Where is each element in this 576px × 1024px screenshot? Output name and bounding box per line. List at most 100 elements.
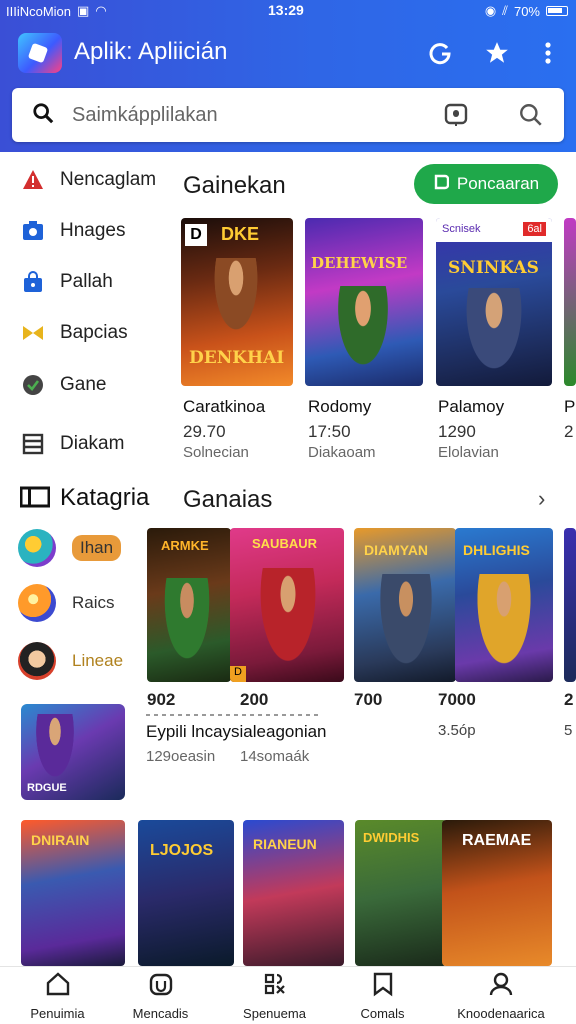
card-value: 29.70 [183, 422, 226, 441]
sidebar-item-label: Pallah [60, 271, 113, 292]
primary-action-button[interactable]: Poncaaran [414, 164, 558, 204]
category-label: Ihan [72, 535, 122, 561]
card-value: 2 [564, 422, 574, 441]
battery-icon [546, 6, 568, 16]
card-number: 200 [240, 690, 269, 709]
sidebar-item-label: Bapcias [60, 322, 128, 343]
game-card-6[interactable]: SAUBAUR D [230, 528, 344, 682]
category-item-1[interactable]: Raics [18, 584, 115, 622]
game-card-4[interactable] [564, 218, 576, 386]
card-badge: D [230, 666, 246, 682]
sidebar-item-5[interactable]: Diakam [20, 428, 124, 460]
download-icon [433, 174, 450, 195]
card-caption: Eypili lncaysialeagonian [146, 722, 327, 741]
game-card-3[interactable]: Scnisek 6al SNINKAS [436, 218, 552, 386]
search-input[interactable] [72, 100, 432, 130]
bottom-nav: Penuimia Mencadis Spenuema Comals Knoode… [0, 966, 576, 1024]
list-icon [20, 431, 46, 457]
card-art-title: DEHEWISE [311, 254, 408, 272]
card-art-title: RAEMAE [462, 832, 532, 849]
game-card-10[interactable]: DNIRAIN [21, 820, 125, 966]
image-notification-icon: ▣ [77, 3, 90, 18]
home-icon [46, 972, 69, 996]
sidebar-item-label: Nencaglam [60, 169, 157, 190]
card-name: Caratkinoa [183, 397, 266, 416]
search-bar[interactable] [12, 88, 564, 142]
nav-item-3[interactable]: Comals [325, 967, 440, 1024]
card-sub: 14somaák [240, 748, 310, 765]
nav-item-0[interactable]: Penuimia [0, 967, 115, 1024]
nav-item-4[interactable]: Knoodenaarica [441, 967, 561, 1024]
sidebar-item-1[interactable]: Hnages [20, 215, 126, 247]
card-name: Rodomy [308, 397, 372, 416]
category-item-0[interactable]: Ihan [18, 529, 122, 567]
category-icon [19, 485, 51, 511]
sidebar-item-label: Gane [60, 374, 107, 395]
sidebar-item-3[interactable]: Bapcias [20, 317, 128, 349]
sidebar-item-0[interactable]: Nencaglam [20, 164, 156, 196]
battery-percent: 70% [513, 3, 540, 19]
category-item-2[interactable]: Lineae [18, 642, 123, 680]
card-art-title: DWIDHIS [363, 830, 420, 845]
featured-game-tile[interactable]: RDGUE [21, 704, 125, 800]
status-bar: IIIiNcoMion ▣ ◠ 13:29 ◉ ⫽ 70% [0, 0, 576, 22]
game-card-2[interactable]: DEHEWISE [305, 218, 423, 386]
card-badge: D [185, 224, 207, 246]
voice-search-icon[interactable] [443, 102, 469, 128]
image-icon [20, 218, 46, 244]
search-submit-icon[interactable] [518, 102, 544, 128]
app-title: Aplik: Apliicián [74, 38, 228, 65]
card-badge: Scnisek [442, 223, 481, 235]
card-value: 1290 [438, 422, 476, 441]
app-logo [18, 33, 62, 73]
game-card-11[interactable]: LJOJOS [138, 820, 234, 966]
game-card-1[interactable]: D DKE DENKHAI [181, 218, 293, 386]
card-character-art [473, 574, 535, 674]
card-value: 17:50 [308, 422, 351, 441]
card-character-art [333, 286, 393, 376]
category-label: Raics [72, 593, 115, 612]
category-avatar [18, 584, 56, 622]
card-character-art [462, 288, 526, 378]
game-card-9[interactable] [564, 528, 576, 682]
card-art-title: SNINKAS [448, 258, 539, 278]
clock: 13:29 [268, 2, 304, 18]
card-banner: DENKHAI [189, 348, 285, 368]
refresh-icon[interactable] [425, 40, 455, 72]
bag-icon [20, 269, 46, 295]
apps-icon [264, 973, 285, 995]
card-character-art [33, 714, 77, 784]
card-price: 3.5óp [438, 722, 476, 739]
profile-icon [489, 972, 513, 996]
game-card-8[interactable]: DHLIGHIS [455, 528, 553, 682]
sidebar-item-label: Hnages [60, 220, 126, 241]
signal-icon: ⫽ [502, 3, 508, 18]
card-character-art [376, 574, 436, 674]
card-value: 5 [564, 722, 573, 739]
star-icon[interactable] [482, 40, 512, 72]
section-title-2: Ganaias [183, 486, 273, 513]
card-art-title: DIAMYAN [364, 542, 429, 558]
shield-icon [20, 372, 46, 398]
card-sub: Elolavian [438, 444, 499, 461]
sidebar-item-2[interactable]: Pallah [20, 266, 113, 298]
section-title-1: Gainekan [183, 172, 286, 199]
game-card-7[interactable]: DIAMYAN [354, 528, 456, 682]
chevron-right-icon[interactable]: › [538, 486, 545, 512]
game-card-14[interactable]: RAEMAE [442, 820, 552, 966]
card-character-art [256, 568, 320, 672]
card-sub: Solnecian [183, 444, 249, 461]
wifi-icon: ◠ [95, 3, 107, 18]
card-sub: Diakaoam [308, 444, 376, 461]
more-vert-icon[interactable] [533, 40, 563, 72]
game-card-12[interactable]: RIANEUN [243, 820, 344, 966]
game-card-5[interactable]: ARMKE [147, 528, 231, 682]
card-art-title: RIANEUN [253, 836, 317, 852]
sidebar-item-4[interactable]: Gane [20, 369, 106, 401]
card-art-title: DHLIGHIS [463, 542, 530, 558]
card-badge-2: 6al [523, 222, 546, 236]
nav-item-1[interactable]: Mencadis [103, 967, 218, 1024]
game-card-13[interactable]: DWIDHIS [355, 820, 447, 966]
nav-item-2[interactable]: Spenuema [217, 967, 332, 1024]
alert-icon [20, 167, 46, 193]
